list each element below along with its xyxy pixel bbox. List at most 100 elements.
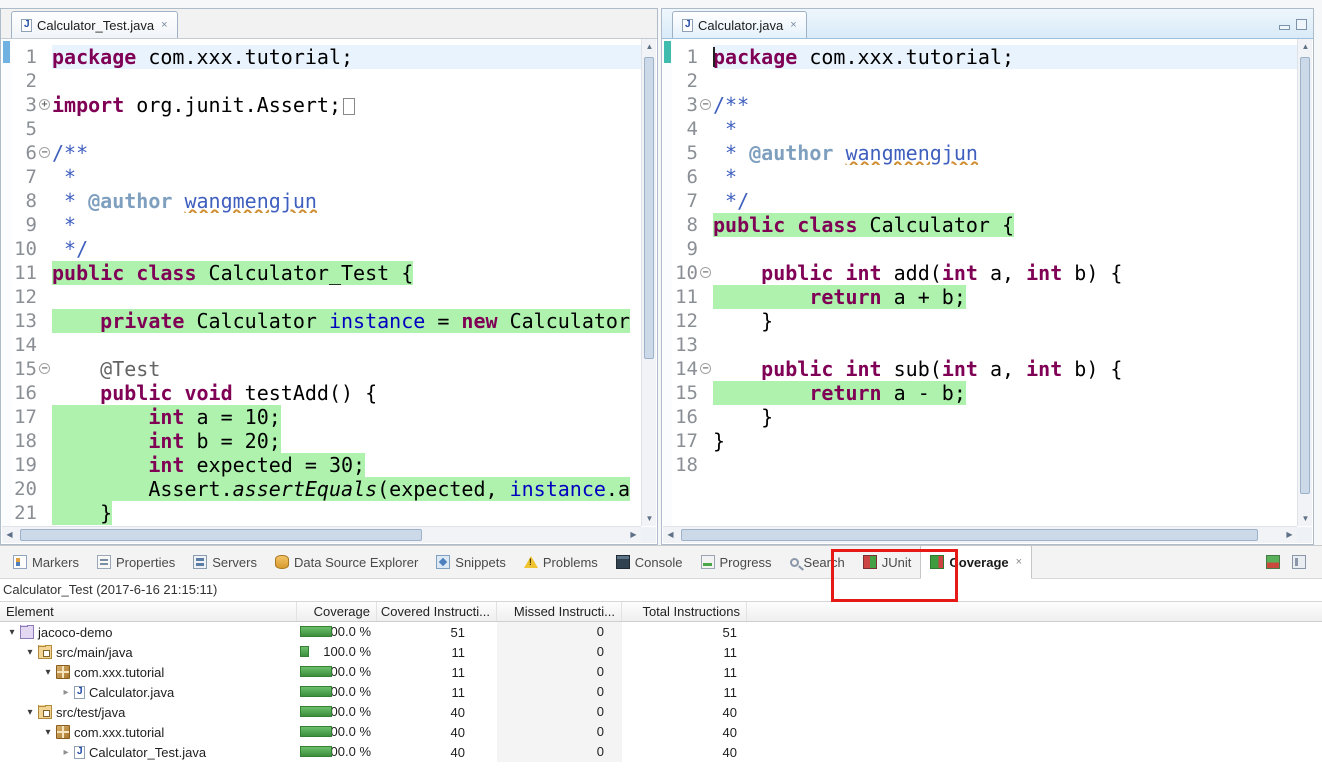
line-number[interactable]: 11 xyxy=(11,261,39,285)
line-number[interactable]: 1 xyxy=(11,45,39,69)
line-number[interactable]: 2 xyxy=(672,69,700,93)
fold-collapse-icon[interactable]: − xyxy=(700,267,711,278)
coverage-row-calculator-java[interactable]: ▸Calculator.java100.0 %11011 xyxy=(0,682,1322,702)
code-line[interactable]: 16 public void testAdd() { xyxy=(11,381,641,405)
scrollbar-thumb[interactable] xyxy=(1300,57,1310,494)
line-number[interactable]: 3 xyxy=(672,93,700,117)
view-tab-data-source-explorer[interactable]: Data Source Explorer xyxy=(266,546,427,578)
vertical-scrollbar[interactable]: ▲ ▼ xyxy=(641,39,656,526)
scroll-up-icon[interactable]: ▲ xyxy=(642,39,657,54)
scroll-up-icon[interactable]: ▲ xyxy=(1298,39,1313,54)
line-number[interactable]: 9 xyxy=(672,237,700,261)
line-number[interactable]: 12 xyxy=(672,309,700,333)
code-line[interactable]: 8public class Calculator { xyxy=(672,213,1297,237)
code-line[interactable]: 11public class Calculator_Test { xyxy=(11,261,641,285)
code-editor-calculator[interactable]: 1package com.xxx.tutorial;23−/**4 * 5 * … xyxy=(672,39,1297,526)
coverage-tree-table[interactable]: ▾jacoco-demo100.0 %51051▾src/main/java10… xyxy=(0,622,1322,762)
column-header-total-instructions[interactable]: Total Instructions xyxy=(622,602,747,621)
view-tab-console[interactable]: Console xyxy=(607,546,692,578)
tree-expanded-icon[interactable]: ▾ xyxy=(40,667,56,678)
close-icon[interactable]: × xyxy=(161,19,167,31)
code-line[interactable]: 8 * @author wangmengjun xyxy=(11,189,641,213)
line-number[interactable]: 6 xyxy=(672,165,700,189)
view-tab-markers[interactable]: Markers xyxy=(4,546,88,578)
code-line[interactable]: 1package com.xxx.tutorial; xyxy=(672,45,1297,69)
line-number[interactable]: 17 xyxy=(672,429,700,453)
code-line[interactable]: 7 * xyxy=(11,165,641,189)
code-line[interactable]: 16 } xyxy=(672,405,1297,429)
code-line[interactable]: 6 * xyxy=(672,165,1297,189)
line-number[interactable]: 6 xyxy=(11,141,39,165)
line-number[interactable]: 10 xyxy=(11,237,39,261)
line-number[interactable]: 18 xyxy=(672,453,700,477)
coverage-row-jacoco-demo[interactable]: ▾jacoco-demo100.0 %51051 xyxy=(0,622,1322,642)
code-line[interactable]: 15 return a - b; xyxy=(672,381,1297,405)
column-header-missed-instructions[interactable]: Missed Instructi... xyxy=(497,602,622,621)
code-line[interactable]: 4 * xyxy=(672,117,1297,141)
code-line[interactable]: 21 } xyxy=(11,501,641,525)
line-number[interactable]: 5 xyxy=(672,141,700,165)
code-line[interactable]: 13 private Calculator instance = new Cal… xyxy=(11,309,641,333)
tree-expanded-icon[interactable]: ▾ xyxy=(40,727,56,738)
code-line[interactable]: 3+import org.junit.Assert; xyxy=(11,93,641,117)
code-line[interactable]: 18 xyxy=(672,453,1297,477)
close-icon[interactable]: × xyxy=(1016,556,1022,568)
column-header-covered-instructions[interactable]: Covered Instructi... xyxy=(377,602,497,621)
line-number[interactable]: 13 xyxy=(672,333,700,357)
line-number[interactable]: 8 xyxy=(11,189,39,213)
line-number[interactable]: 21 xyxy=(11,501,39,525)
view-tab-problems[interactable]: Problems xyxy=(515,546,607,578)
scroll-left-icon[interactable]: ◀ xyxy=(663,527,678,542)
line-number[interactable]: 15 xyxy=(11,357,39,381)
code-line[interactable]: 15− @Test xyxy=(11,357,641,381)
coverage-row-com-xxx-tutorial[interactable]: ▾com.xxx.tutorial100.0 %40040 xyxy=(0,722,1322,742)
line-number[interactable]: 13 xyxy=(11,309,39,333)
view-tab-properties[interactable]: Properties xyxy=(88,546,184,578)
column-header-element[interactable]: Element xyxy=(0,602,297,621)
line-number[interactable]: 19 xyxy=(11,453,39,477)
coverage-row-src-main-java[interactable]: ▾src/main/java100.0 %11011 xyxy=(0,642,1322,662)
scroll-down-icon[interactable]: ▼ xyxy=(642,511,657,526)
fold-collapse-icon[interactable]: − xyxy=(700,363,711,374)
code-line[interactable]: 14 xyxy=(11,333,641,357)
line-number[interactable]: 11 xyxy=(672,285,700,309)
coverage-row-com-xxx-tutorial[interactable]: ▾com.xxx.tutorial100.0 %11011 xyxy=(0,662,1322,682)
line-number[interactable]: 3 xyxy=(11,93,39,117)
code-line[interactable]: 10− public int add(int a, int b) { xyxy=(672,261,1297,285)
view-tab-snippets[interactable]: Snippets xyxy=(427,546,515,578)
layout-icon[interactable] xyxy=(1292,555,1306,569)
code-line[interactable]: 18 int b = 20; xyxy=(11,429,641,453)
code-line[interactable]: 20 Assert.assertEquals(expected, instanc… xyxy=(11,477,641,501)
close-icon[interactable]: × xyxy=(790,19,796,31)
line-number[interactable]: 1 xyxy=(672,45,700,69)
code-line[interactable]: 9 * xyxy=(11,213,641,237)
code-line[interactable]: 6−/** xyxy=(11,141,641,165)
maximize-icon[interactable] xyxy=(1296,19,1307,30)
view-tab-servers[interactable]: Servers xyxy=(184,546,266,578)
column-header-coverage[interactable]: Coverage xyxy=(297,602,377,621)
line-number[interactable]: 18 xyxy=(11,429,39,453)
view-tab-progress[interactable]: Progress xyxy=(692,546,781,578)
tree-expanded-icon[interactable]: ▾ xyxy=(22,647,38,658)
editor-tab-calculator[interactable]: Calculator.java × xyxy=(672,11,807,38)
tree-collapsed-icon[interactable]: ▸ xyxy=(58,747,74,758)
scroll-left-icon[interactable]: ◀ xyxy=(2,527,17,542)
line-number[interactable]: 15 xyxy=(672,381,700,405)
code-editor-calculator-test[interactable]: 1package com.xxx.tutorial;23+import org.… xyxy=(11,39,641,526)
code-line[interactable]: 10 */ xyxy=(11,237,641,261)
line-number[interactable]: 8 xyxy=(672,213,700,237)
line-number[interactable]: 16 xyxy=(672,405,700,429)
scrollbar-thumb[interactable] xyxy=(681,529,1258,541)
scroll-right-icon[interactable]: ▶ xyxy=(1282,527,1297,542)
line-number[interactable]: 5 xyxy=(11,117,39,141)
code-line[interactable]: 12 } xyxy=(672,309,1297,333)
code-line[interactable]: 3−/** xyxy=(672,93,1297,117)
tree-expanded-icon[interactable]: ▾ xyxy=(4,627,20,638)
code-line[interactable]: 17} xyxy=(672,429,1297,453)
code-line[interactable]: 7 */ xyxy=(672,189,1297,213)
dump-execution-data-icon[interactable] xyxy=(1266,555,1280,569)
coverage-row-calculator-test-java[interactable]: ▸Calculator_Test.java100.0 %40040 xyxy=(0,742,1322,762)
line-number[interactable]: 17 xyxy=(11,405,39,429)
fold-collapse-icon[interactable]: − xyxy=(700,99,711,110)
line-number[interactable]: 12 xyxy=(11,285,39,309)
